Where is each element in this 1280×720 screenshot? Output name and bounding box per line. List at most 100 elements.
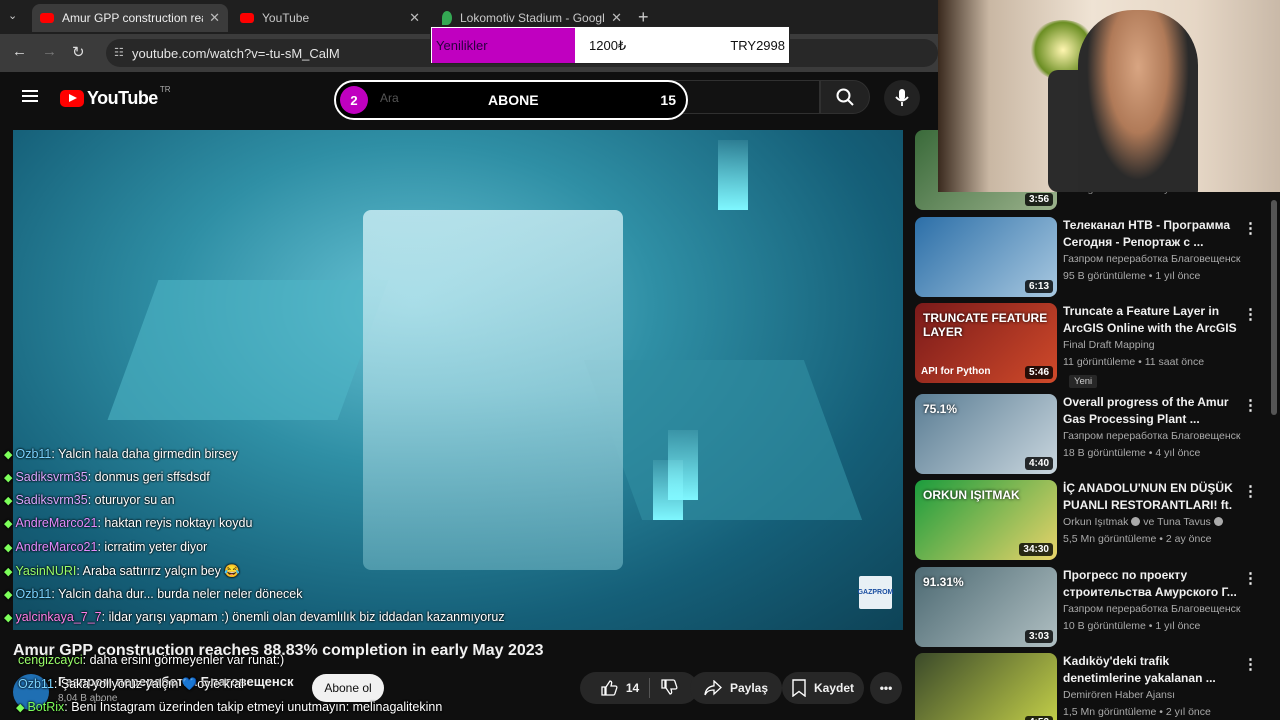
- site-info-icon[interactable]: ☷: [114, 46, 124, 59]
- recommended-video[interactable]: 4:53 Kadıköy'deki trafik denetimlerine ya…: [915, 653, 1270, 720]
- tab-list-icon[interactable]: ⌄: [8, 9, 17, 22]
- badge-icon: ◆: [4, 471, 13, 484]
- reload-icon[interactable]: ↻: [72, 43, 85, 61]
- more-options-icon[interactable]: ⋮: [1243, 219, 1258, 237]
- plant-structure: [107, 280, 389, 420]
- chat-user: YasinNURI: [15, 564, 77, 578]
- chat-message: ◆ BotRix : Beni İnstagram üzerinden takip…: [16, 697, 442, 717]
- verified-icon: [1131, 517, 1141, 526]
- video-meta: 1,5 Mn görüntüleme • 2 yıl önce: [1063, 706, 1211, 718]
- tab-title: YouTube: [262, 11, 310, 25]
- recommended-video-title[interactable]: Truncate a Feature Layer in ArcGIS Onlin…: [1063, 303, 1241, 337]
- recommended-video-title[interactable]: İÇ ANADOLU'NUN EN DÜŞÜK PUANLI RESTORANT…: [1063, 480, 1241, 514]
- recommended-channel[interactable]: Газпром переработка Благовещенск: [1063, 253, 1241, 265]
- chat-text: : Yalcin hala daha girmedin birsey: [51, 447, 238, 461]
- tab-amur-gpp[interactable]: Amur GPP construction reache ✕: [32, 4, 228, 32]
- chat-message: ◆ yalcinkaya_7_7 : ildar yarışı yapmam :)…: [4, 607, 505, 627]
- recommended-video[interactable]: TRUNCATE FEATURE LAYER API for Python 5:46…: [915, 303, 1270, 388]
- chat-message: Ozb11 : Şaka yollyoruz yalçın 💙oyle kral: [18, 674, 244, 694]
- thumbnail-text: TRUNCATE FEATURE LAYER: [923, 311, 1048, 339]
- recommended-video[interactable]: ORKUN IŞITMAK 34:30 İÇ ANADOLU'NUN EN DÜŞÜ…: [915, 480, 1270, 560]
- channel-name: Orkun Işıtmak: [1063, 516, 1129, 528]
- more-options-icon[interactable]: ⋮: [1243, 396, 1258, 414]
- recommended-video[interactable]: 6:13 Телеканал НТВ - Программа Сегодня - …: [915, 217, 1270, 297]
- recommended-channel[interactable]: Газпром переработка Благовещенск: [1063, 430, 1241, 442]
- recommended-channel[interactable]: Demirören Haber Ajansı: [1063, 689, 1175, 701]
- recommended-channel[interactable]: Orkun Işıtmak ve Tuna Tavus: [1063, 516, 1223, 528]
- video-thumbnail[interactable]: 75.1% 4:40: [915, 394, 1057, 474]
- forward-icon[interactable]: →: [42, 43, 57, 60]
- more-options-icon[interactable]: ⋮: [1243, 655, 1258, 673]
- close-tab-icon[interactable]: ✕: [409, 10, 420, 26]
- chat-message: cengizcayci : daha ersini görmeyenler va…: [18, 650, 284, 670]
- channel-watermark: GAZPROM: [858, 576, 893, 609]
- recommended-video-title[interactable]: Телеканал НТВ - Программа Сегодня - Репо…: [1063, 217, 1241, 251]
- share-label: Paylaş: [729, 681, 769, 695]
- youtube-logo[interactable]: YouTube TR: [60, 85, 171, 109]
- video-thumbnail[interactable]: 91.31% 3:03: [915, 567, 1057, 647]
- share-button[interactable]: Paylaş: [690, 672, 782, 704]
- video-duration: 3:03: [1024, 630, 1053, 643]
- badge-icon: ◆: [16, 701, 25, 714]
- video-duration: 4:40: [1024, 457, 1053, 470]
- recommended-video[interactable]: 91.31% 3:03 Прогресс по проекту строительс…: [915, 567, 1270, 647]
- recommended-video-title[interactable]: Kadıköy'deki trafik denetimlerine yakala…: [1063, 653, 1241, 687]
- chat-message: ◆ AndreMarco21 : icrratim yeter diyor: [4, 537, 207, 557]
- region-code: TR: [159, 85, 171, 94]
- search-icon: [836, 88, 854, 106]
- chat-text: : daha ersini görmeyenler var runat:): [82, 653, 285, 667]
- video-duration: 3:56: [1024, 193, 1053, 206]
- more-icon: •••: [879, 681, 893, 695]
- recommended-channel[interactable]: Газпром переработка Благовещенск: [1063, 603, 1241, 615]
- recommended-channel[interactable]: Final Draft Mapping: [1063, 339, 1155, 351]
- light-beam: [718, 140, 748, 210]
- divider: [649, 678, 651, 698]
- collab-channel: ve Tuna Tavus: [1143, 516, 1211, 528]
- video-meta: 95 B görüntüleme • 1 yıl önce: [1063, 270, 1201, 282]
- like-dislike-group: 14: [580, 672, 698, 704]
- more-options-icon[interactable]: ⋮: [1243, 569, 1258, 587]
- chat-message: ◆ YasinNURI : Araba sattırırz yalçın bey …: [4, 561, 240, 581]
- scrollbar[interactable]: [1271, 200, 1277, 415]
- more-options-icon[interactable]: ⋮: [1243, 305, 1258, 323]
- chat-text: : Beni İnstagram üzerinden takip etmeyi …: [64, 700, 443, 714]
- tab-title: Amur GPP construction reache: [62, 11, 203, 25]
- badge-icon: ◆: [4, 541, 13, 554]
- chat-text: : haktan reyis noktayı koydu: [97, 516, 253, 530]
- save-button[interactable]: Kaydet: [782, 672, 864, 704]
- channel-name: Газпром переработка Благовещенск: [1063, 253, 1241, 265]
- chat-message: ◆ AndreMarco21 : haktan reyis noktayı koy…: [4, 513, 252, 533]
- like-button[interactable]: 14: [600, 679, 639, 697]
- light-beam: [653, 460, 683, 520]
- back-icon[interactable]: ←: [12, 43, 27, 60]
- video-thumbnail[interactable]: 4:53: [915, 653, 1057, 720]
- close-tab-icon[interactable]: ✕: [209, 10, 220, 26]
- new-tab-icon[interactable]: +: [638, 7, 649, 28]
- chat-text: : ildar yarışı yapmam :) önemli olan dev…: [101, 610, 505, 624]
- recommended-video[interactable]: 75.1% 4:40 Overall progress of the Amur Ga…: [915, 394, 1270, 474]
- tab-youtube[interactable]: YouTube ✕: [232, 4, 428, 32]
- voice-search-button[interactable]: [884, 80, 920, 116]
- thumbs-down-icon: [661, 678, 678, 695]
- recommended-video-title[interactable]: Overall progress of the Amur Gas Process…: [1063, 394, 1241, 428]
- recommended-video-title[interactable]: Прогресс по проекту строительства Амурск…: [1063, 567, 1241, 601]
- search-placeholder: Ara: [380, 91, 399, 105]
- chat-message: ◆ Ozb11 : Yalcin daha dur... burda neler …: [4, 584, 302, 604]
- chat-text: : donmus geri sffsdsdf: [87, 470, 210, 484]
- video-thumbnail[interactable]: 6:13: [915, 217, 1057, 297]
- chat-user: Ozb11: [15, 447, 52, 461]
- more-options-icon[interactable]: ⋮: [1243, 482, 1258, 500]
- video-thumbnail[interactable]: ORKUN IŞITMAK 34:30: [915, 480, 1057, 560]
- search-button[interactable]: [820, 80, 870, 114]
- menu-icon[interactable]: [22, 90, 38, 102]
- video-meta: 11 görüntüleme • 11 saat önce: [1063, 356, 1205, 368]
- video-thumbnail[interactable]: TRUNCATE FEATURE LAYER API for Python 5:46: [915, 303, 1057, 383]
- share-icon: [704, 680, 722, 696]
- processing-tower: [363, 210, 623, 570]
- save-label: Kaydet: [813, 681, 854, 695]
- dislike-button[interactable]: [660, 678, 678, 699]
- chat-user: Sadiksvrm35: [15, 493, 88, 507]
- more-actions-button[interactable]: •••: [870, 672, 902, 704]
- chat-text: : Yalcin daha dur... burda neler neler d…: [51, 587, 303, 601]
- close-tab-icon[interactable]: ✕: [611, 10, 622, 26]
